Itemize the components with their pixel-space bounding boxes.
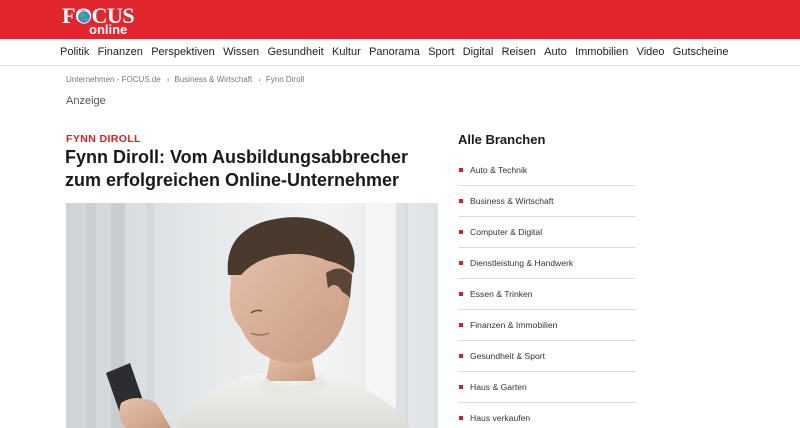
sidebar-branch-label: Auto & Technik [470,165,528,175]
breadcrumb: Unternehmen - FOCUS.de › Business & Wirtsc… [66,75,304,84]
sidebar-branch-item[interactable]: Finanzen & Immobilien [458,310,636,341]
nav-item[interactable]: Wissen [223,46,259,58]
nav-item[interactable]: Finanzen [98,46,143,58]
breadcrumb-separator: › [258,75,261,84]
bullet-square-icon [459,292,463,296]
top-header-bar: FOCUS online [0,0,800,39]
bullet-square-icon [459,168,463,172]
nav-item[interactable]: Video [637,46,665,58]
sidebar-branch-label: Gesundheit & Sport [470,351,546,361]
sidebar-branch-label: Essen & Trinken [470,289,533,299]
sidebar-branch-label: Haus verkaufen [470,413,531,423]
sidebar-branch-item[interactable]: Essen & Trinken [458,279,636,310]
sidebar-branch-label: Dienstleistung & Handwerk [470,258,574,268]
bullet-square-icon [459,354,463,358]
sidebar-branch-label: Finanzen & Immobilien [470,320,558,330]
article-hero-image [66,203,438,428]
bullet-square-icon [459,230,463,234]
sidebar-branch-item[interactable]: Computer & Digital [458,217,636,248]
breadcrumb-item[interactable]: Business & Wirtschaft [174,75,252,84]
sidebar-branch-list: Auto & Technik Business & Wirtschaft Compu… [458,155,636,428]
bullet-square-icon [459,261,463,265]
bullet-square-icon [459,416,463,420]
article-kicker[interactable]: FYNN DIROLL [66,133,141,145]
main-navigation: Politik Finanzen Perspektiven Wissen Gesundh… [0,39,800,66]
nav-item[interactable]: Perspektiven [151,46,215,58]
nav-item[interactable]: Kultur [332,46,361,58]
nav-item[interactable]: Gutscheine [673,46,729,58]
sidebar-title: Alle Branchen [458,132,546,147]
sidebar-branch-item[interactable]: Gesundheit & Sport [458,341,636,372]
nav-item[interactable]: Digital [463,46,494,58]
sidebar-branch-item[interactable]: Business & Wirtschaft [458,186,636,217]
breadcrumb-item[interactable]: Fynn Diroll [266,75,304,84]
nav-list: Politik Finanzen Perspektiven Wissen Gesundh… [60,39,737,65]
nav-item[interactable]: Reisen [502,46,536,58]
logo-subtext: online [89,22,128,37]
article-headline: Fynn Diroll: Vom Ausbildungsabbrecher zu… [65,147,409,190]
bullet-square-icon [459,199,463,203]
sidebar-branch-item[interactable]: Haus verkaufen [458,403,636,428]
hero-photo-man-with-phone [66,203,438,428]
sidebar-branch-label: Business & Wirtschaft [470,196,554,206]
ad-label: Anzeige [66,95,106,107]
bullet-square-icon [459,385,463,389]
nav-item[interactable]: Auto [544,46,567,58]
breadcrumb-item[interactable]: Unternehmen - FOCUS.de [66,75,161,84]
sidebar-branch-item[interactable]: Haus & Garten [458,372,636,403]
sidebar-branch-label: Haus & Garten [470,382,527,392]
sidebar-branch-item[interactable]: Auto & Technik [458,155,636,186]
sidebar-branch-item[interactable]: Dienstleistung & Handwerk [458,248,636,279]
sidebar-branch-label: Computer & Digital [470,227,543,237]
breadcrumb-separator: › [166,75,170,84]
bullet-square-icon [459,323,463,327]
nav-item[interactable]: Immobilien [575,46,628,58]
nav-item[interactable]: Politik [60,46,89,58]
nav-item[interactable]: Gesundheit [267,46,323,58]
focus-online-logo[interactable]: FOCUS online [62,4,142,37]
nav-item[interactable]: Panorama [369,46,420,58]
nav-item[interactable]: Sport [428,46,454,58]
